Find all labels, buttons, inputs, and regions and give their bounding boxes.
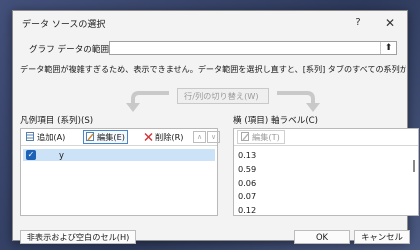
axis-label-item: 0.12 xyxy=(238,205,257,215)
move-down-icon[interactable]: ∨ xyxy=(207,131,220,143)
axis-labels-label: 横 (項目) 軸ラベル(C) xyxy=(233,116,319,126)
edit-axis-labels-button[interactable]: 編集(T) xyxy=(237,130,285,144)
axis-toolbar: 編集(T) xyxy=(234,129,418,146)
add-series-button[interactable]: 追加(A) xyxy=(23,130,68,144)
axis-list-scrollbar[interactable] xyxy=(413,160,415,172)
select-data-source-dialog: データ ソースの選択 ? ✕ グラフ データの範囲(D): ⬆ データ範囲が複雑… xyxy=(12,10,419,244)
collapse-range-icon[interactable]: ⬆ xyxy=(380,42,396,54)
axis-label-item: 0.59 xyxy=(238,164,257,174)
legend-toolbar: 追加(A) 編集(E) 削除(R) ∧ ∨ xyxy=(21,129,220,146)
edit-series-button[interactable]: 編集(E) xyxy=(83,130,128,144)
ok-label: OK xyxy=(315,232,329,242)
hidden-empty-cells-button[interactable]: 非表示および空白のセル(H) xyxy=(20,230,136,244)
delete-series-label: 削除(R) xyxy=(155,132,184,142)
edit-table-icon xyxy=(86,132,94,141)
move-up-icon[interactable]: ∧ xyxy=(193,131,206,143)
ok-button[interactable]: OK xyxy=(294,230,350,244)
axis-label-item: 0.13 xyxy=(238,150,257,160)
delete-x-icon xyxy=(144,133,153,141)
axis-label-item: 0.07 xyxy=(238,191,257,201)
title-bar: データ ソースの選択 ? ✕ xyxy=(13,11,407,35)
delete-series-button[interactable]: 削除(R) xyxy=(141,130,186,144)
help-icon[interactable]: ? xyxy=(347,14,369,32)
close-icon[interactable]: ✕ xyxy=(379,14,401,32)
edit-table-icon xyxy=(241,132,249,141)
chart-data-range-input[interactable]: ⬆ xyxy=(109,41,397,55)
add-series-label: 追加(A) xyxy=(37,132,66,142)
edit-series-label: 編集(E) xyxy=(97,132,125,142)
dialog-title: データ ソースの選択 xyxy=(22,20,106,30)
curved-arrow-left-icon xyxy=(126,91,169,112)
curved-arrow-right-icon xyxy=(277,91,320,112)
switch-row-column-button[interactable]: 行/列の切り替え(W) xyxy=(177,88,269,104)
range-warning-text: データ範囲が複雑すぎるため、表示できません。データ範囲を選択し直すと、[系列] … xyxy=(20,64,406,74)
switch-row-column-label: 行/列の切り替え(W) xyxy=(184,91,259,101)
edit-axis-labels-label: 編集(T) xyxy=(252,132,280,142)
series-list-item[interactable]: ✓ y xyxy=(23,149,215,161)
axis-label-item: 0.06 xyxy=(238,178,257,188)
series-checkbox[interactable]: ✓ xyxy=(26,150,36,160)
cancel-label: キャンセル xyxy=(361,232,403,242)
add-table-icon xyxy=(26,132,34,141)
legend-entries-panel: 追加(A) 編集(E) 削除(R) ∧ ∨ ✓ y xyxy=(20,128,220,216)
hidden-empty-cells-label: 非表示および空白のセル(H) xyxy=(26,232,130,242)
legend-entries-label: 凡例項目 (系列)(S) xyxy=(20,116,94,126)
axis-labels-panel: 編集(T) 0.13 0.59 0.06 0.07 0.12 xyxy=(233,128,419,216)
cancel-button[interactable]: キャンセル xyxy=(354,230,410,244)
series-name: y xyxy=(59,150,64,160)
